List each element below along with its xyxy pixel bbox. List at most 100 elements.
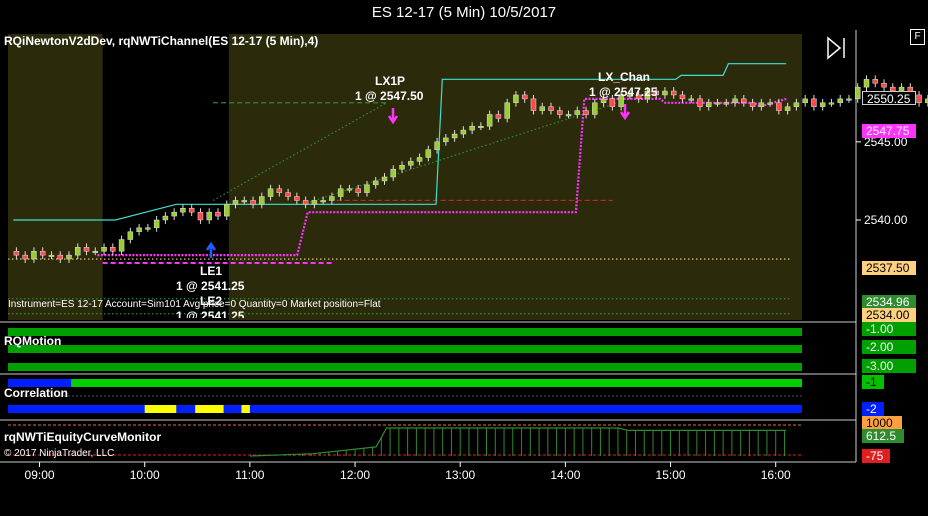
candle-body-52 [469, 125, 475, 131]
candle-body-87 [776, 102, 782, 111]
candle-body-78 [697, 98, 703, 107]
candle-body-93 [828, 102, 835, 105]
candle-body-95 [846, 98, 852, 101]
candle-body-4 [48, 254, 55, 257]
x-tick-label-5: 14:00 [550, 468, 580, 482]
candle-body-66 [592, 102, 598, 115]
candle-body-81 [723, 102, 730, 105]
candle-body-61 [548, 106, 554, 111]
candle-body-14 [136, 227, 142, 232]
candle-body-23 [215, 211, 221, 217]
candle-body-65 [583, 110, 589, 115]
x-tick-label-6: 15:00 [656, 468, 686, 482]
candle-body-45 [408, 161, 414, 166]
correlation-bar-bottom [8, 405, 802, 413]
candle-body-56 [504, 102, 510, 119]
candle-body-16 [153, 219, 160, 229]
candle-body-39 [355, 188, 361, 193]
candle-body-67 [600, 98, 607, 104]
motion-marker-2: -2.00 [862, 340, 916, 354]
correlation-yellow-segment-0 [144, 405, 177, 413]
candle-body-55 [495, 114, 502, 119]
candle-body-33 [302, 200, 309, 205]
last-price-marker: 2550.25 [862, 91, 916, 106]
candle-body-92 [819, 102, 826, 107]
candle-body-12 [118, 239, 125, 252]
candle-body-0 [13, 250, 20, 256]
candle-body-29 [267, 188, 274, 197]
candle-body-63 [565, 114, 572, 117]
candle-body-68 [609, 98, 616, 107]
candle-body-9 [92, 250, 99, 253]
motion-bar-1 [8, 328, 802, 336]
candle-body-77 [688, 98, 694, 101]
candle-body-25 [232, 200, 239, 205]
candle-body-32 [294, 196, 300, 201]
candle-body-37 [337, 188, 344, 197]
candle-body-48 [434, 141, 440, 150]
candle-body-8 [83, 247, 90, 252]
candle-body-6 [66, 254, 72, 260]
session-background [228, 34, 803, 320]
candle-body-59 [530, 98, 537, 111]
candle-body-1 [22, 254, 28, 260]
candle-body-84 [749, 102, 756, 107]
upper-channel-marker: 2547.75 [862, 124, 916, 138]
candle-body-49 [443, 137, 449, 143]
candle-body-96 [854, 86, 861, 100]
candle-body-7 [75, 247, 81, 256]
x-tick-label-7: 16:00 [761, 468, 791, 482]
equity-panel-title: rqNWTiEquityCurveMonitor [4, 430, 162, 444]
x-tick-label-4: 13:00 [445, 468, 475, 482]
candle-body-94 [837, 98, 843, 104]
orange-level-marker: 2537.50 [862, 261, 916, 275]
x-tick-label-1: 10:00 [130, 468, 160, 482]
candle-body-99 [881, 82, 887, 88]
candle-body-5 [57, 254, 63, 260]
candle-body-34 [311, 200, 318, 205]
candle-body-82 [732, 98, 738, 104]
trade-price-le2: 1 @ 2541.25 [176, 309, 245, 318]
candle-body-98 [872, 79, 879, 84]
candle-body-79 [706, 102, 712, 107]
correlation-marker-1: -1 [862, 375, 884, 389]
candle-body-15 [145, 227, 151, 230]
candle-body-90 [802, 98, 808, 104]
candle-body-60 [539, 106, 545, 111]
correlation-marker-2: -2 [862, 402, 884, 416]
copyright-text: © 2017 NinjaTrader, LLC [4, 448, 115, 459]
candle-body-24 [223, 204, 230, 217]
play-icon [827, 36, 842, 60]
candle-body-88 [784, 106, 791, 111]
candle-body-27 [250, 200, 256, 205]
equity-marker-2: 612.5 [862, 429, 904, 443]
candle-body-28 [259, 196, 265, 205]
candle-body-44 [399, 165, 405, 170]
price-panel-title: RQiNewtonV2dDev, rqNWTiChannel(ES 12-17 … [4, 34, 319, 48]
candle-body-41 [372, 180, 379, 186]
candle-body-42 [381, 176, 388, 182]
candle-body-10 [101, 247, 107, 252]
candle-body-30 [276, 188, 283, 193]
motion-bar-2 [8, 345, 802, 353]
candle-body-62 [557, 110, 563, 115]
x-tick-label-3: 12:00 [340, 468, 370, 482]
trade-label-lx-chan: LX_Chan [598, 70, 651, 84]
candle-body-50 [451, 133, 458, 139]
motion-bar-3 [8, 363, 802, 371]
candle-body-75 [670, 90, 677, 96]
yellow-level-marker: 2534.00 [862, 308, 916, 322]
candle-body-64 [574, 110, 581, 115]
candle-body-74 [662, 90, 668, 96]
candle-body-19 [180, 208, 186, 213]
candle-body-20 [188, 208, 195, 213]
f-button[interactable]: F [910, 29, 925, 45]
trade-label-le2: LE2 [200, 294, 223, 308]
candle-body-35 [320, 200, 326, 203]
motion-panel-title: RQMotion [4, 334, 62, 348]
correlation-panel-title: Correlation [4, 386, 69, 400]
motion-marker-1: -1.00 [862, 322, 916, 336]
candle-body-47 [425, 149, 432, 158]
candle-body-89 [793, 102, 800, 107]
candle-body-31 [285, 192, 291, 197]
